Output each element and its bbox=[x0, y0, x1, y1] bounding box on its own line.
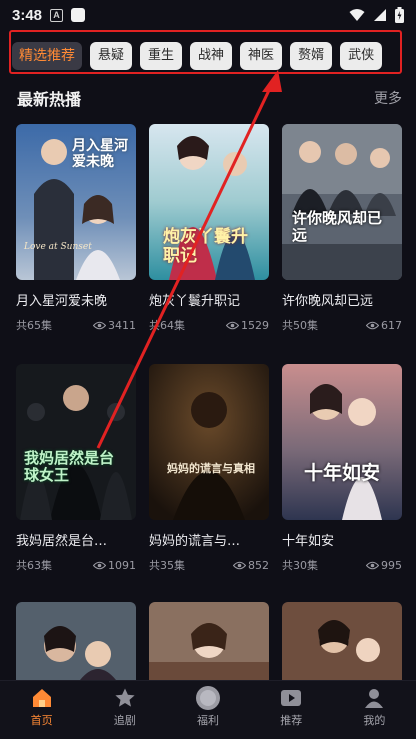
section-title: 最新热播 bbox=[17, 90, 82, 109]
drama-poster[interactable]: 妈妈的谎言与真相 bbox=[149, 364, 269, 520]
poster-title: 十年如安 bbox=[303, 462, 380, 484]
drama-poster[interactable]: 炮灰丫鬟升职记 bbox=[149, 124, 269, 280]
drama-poster[interactable] bbox=[149, 602, 269, 680]
drama-card[interactable]: 我妈居然是台球女王 我妈居然是台… 共63集 1091 bbox=[16, 364, 136, 573]
drama-title[interactable]: 许你晚风却已远 bbox=[282, 290, 402, 309]
battery-icon bbox=[395, 7, 404, 23]
episode-count: 共35集 bbox=[149, 559, 185, 572]
drama-card[interactable] bbox=[149, 602, 269, 680]
poster-title: 月入星河爱未晚 bbox=[72, 138, 128, 170]
tab-label: 我的 bbox=[363, 714, 386, 727]
drama-card[interactable]: 月入星河爱未晚 Love at Sunset 月入星河爱未晚 共65集 3411 bbox=[16, 124, 136, 333]
drama-card[interactable]: 炮灰丫鬟升职记 炮灰丫鬟升职记 共64集 1529 bbox=[149, 124, 269, 333]
drama-title[interactable]: 十年如安 bbox=[282, 530, 402, 549]
drama-poster[interactable] bbox=[16, 602, 136, 680]
view-count: 852 bbox=[248, 558, 269, 572]
notification-square-icon bbox=[71, 8, 86, 22]
poster-title: 炮灰丫鬟升职记 bbox=[163, 227, 248, 266]
poster-title: 我妈居然是台球女王 bbox=[24, 449, 115, 484]
drama-title[interactable]: 炮灰丫鬟升职记 bbox=[149, 290, 269, 309]
eye-icon bbox=[233, 561, 246, 569]
drama-card[interactable]: 十年如安 十年如安 共30集 995 bbox=[282, 364, 402, 573]
episode-count: 共30集 bbox=[282, 559, 318, 572]
user-icon bbox=[365, 689, 384, 708]
wifi-icon bbox=[349, 9, 365, 21]
coin-icon bbox=[196, 686, 220, 710]
drama-poster[interactable]: 十年如安 bbox=[282, 364, 402, 520]
tab-label: 追剧 bbox=[113, 714, 136, 727]
episode-count: 共63集 bbox=[16, 559, 52, 572]
star-icon bbox=[115, 688, 135, 707]
eye-icon bbox=[93, 321, 106, 329]
poster-title: 妈妈的谎言与真相 bbox=[167, 462, 255, 475]
tab-label: 首页 bbox=[30, 714, 53, 727]
tab-label: 福利 bbox=[197, 714, 219, 727]
tab-mine[interactable]: 我的 bbox=[333, 681, 416, 739]
drama-poster[interactable]: 许你晚风却已远 bbox=[282, 124, 402, 280]
tab-home[interactable]: 首页 bbox=[0, 681, 83, 739]
status-bar: 3:48 A bbox=[0, 0, 416, 30]
eye-icon bbox=[366, 561, 379, 569]
drama-meta: 共35集 852 bbox=[149, 557, 269, 573]
eye-icon bbox=[366, 321, 379, 329]
play-icon bbox=[281, 690, 302, 706]
drama-meta: 共50集 617 bbox=[282, 317, 402, 333]
view-count: 1091 bbox=[108, 558, 136, 572]
drama-card[interactable] bbox=[282, 602, 402, 680]
view-count: 995 bbox=[381, 558, 402, 572]
drama-card[interactable] bbox=[16, 602, 136, 680]
drama-card[interactable]: 妈妈的谎言与真相 妈妈的谎言与… 共35集 852 bbox=[149, 364, 269, 573]
view-count: 3411 bbox=[108, 318, 136, 332]
tab-label: 推荐 bbox=[280, 714, 303, 727]
tab-following[interactable]: 追剧 bbox=[83, 681, 166, 739]
drama-title[interactable]: 妈妈的谎言与… bbox=[149, 530, 269, 549]
signal-icon bbox=[374, 9, 386, 21]
status-time: 3:48 bbox=[12, 6, 43, 24]
drama-poster[interactable]: 月入星河爱未晚 Love at Sunset bbox=[16, 124, 136, 280]
view-count: 1529 bbox=[241, 318, 269, 332]
view-count: 617 bbox=[381, 318, 402, 332]
home-icon bbox=[32, 689, 51, 707]
episode-count: 共65集 bbox=[16, 319, 52, 332]
eye-icon bbox=[93, 561, 106, 569]
drama-card[interactable]: 许你晚风却已远 许你晚风却已远 共50集 617 bbox=[282, 124, 402, 333]
tab-rewards[interactable]: 福利 bbox=[166, 681, 249, 739]
drama-meta: 共65集 3411 bbox=[16, 317, 136, 333]
more-link[interactable]: 更多 bbox=[374, 88, 402, 108]
drama-meta: 共30集 995 bbox=[282, 557, 402, 573]
bottom-tab-bar: 首页 追剧 福利 推荐 我的 bbox=[0, 680, 416, 739]
section-header: 最新热播 更多 bbox=[17, 86, 402, 110]
eye-icon bbox=[226, 321, 239, 329]
drama-title[interactable]: 我妈居然是台… bbox=[16, 530, 136, 549]
drama-title[interactable]: 月入星河爱未晚 bbox=[16, 290, 136, 309]
tab-recommend[interactable]: 推荐 bbox=[250, 681, 333, 739]
episode-count: 共50集 bbox=[282, 319, 318, 332]
episode-count: 共64集 bbox=[149, 319, 185, 332]
drama-poster[interactable]: 我妈居然是台球女王 bbox=[16, 364, 136, 520]
drama-poster[interactable] bbox=[282, 602, 402, 680]
poster-subtitle: Love at Sunset bbox=[24, 242, 92, 252]
annotation-highlight-box bbox=[9, 30, 402, 74]
poster-title: 许你晚风却已远 bbox=[292, 209, 383, 244]
drama-meta: 共63集 1091 bbox=[16, 557, 136, 573]
a-app-icon: A bbox=[50, 8, 64, 22]
drama-meta: 共64集 1529 bbox=[149, 317, 269, 333]
